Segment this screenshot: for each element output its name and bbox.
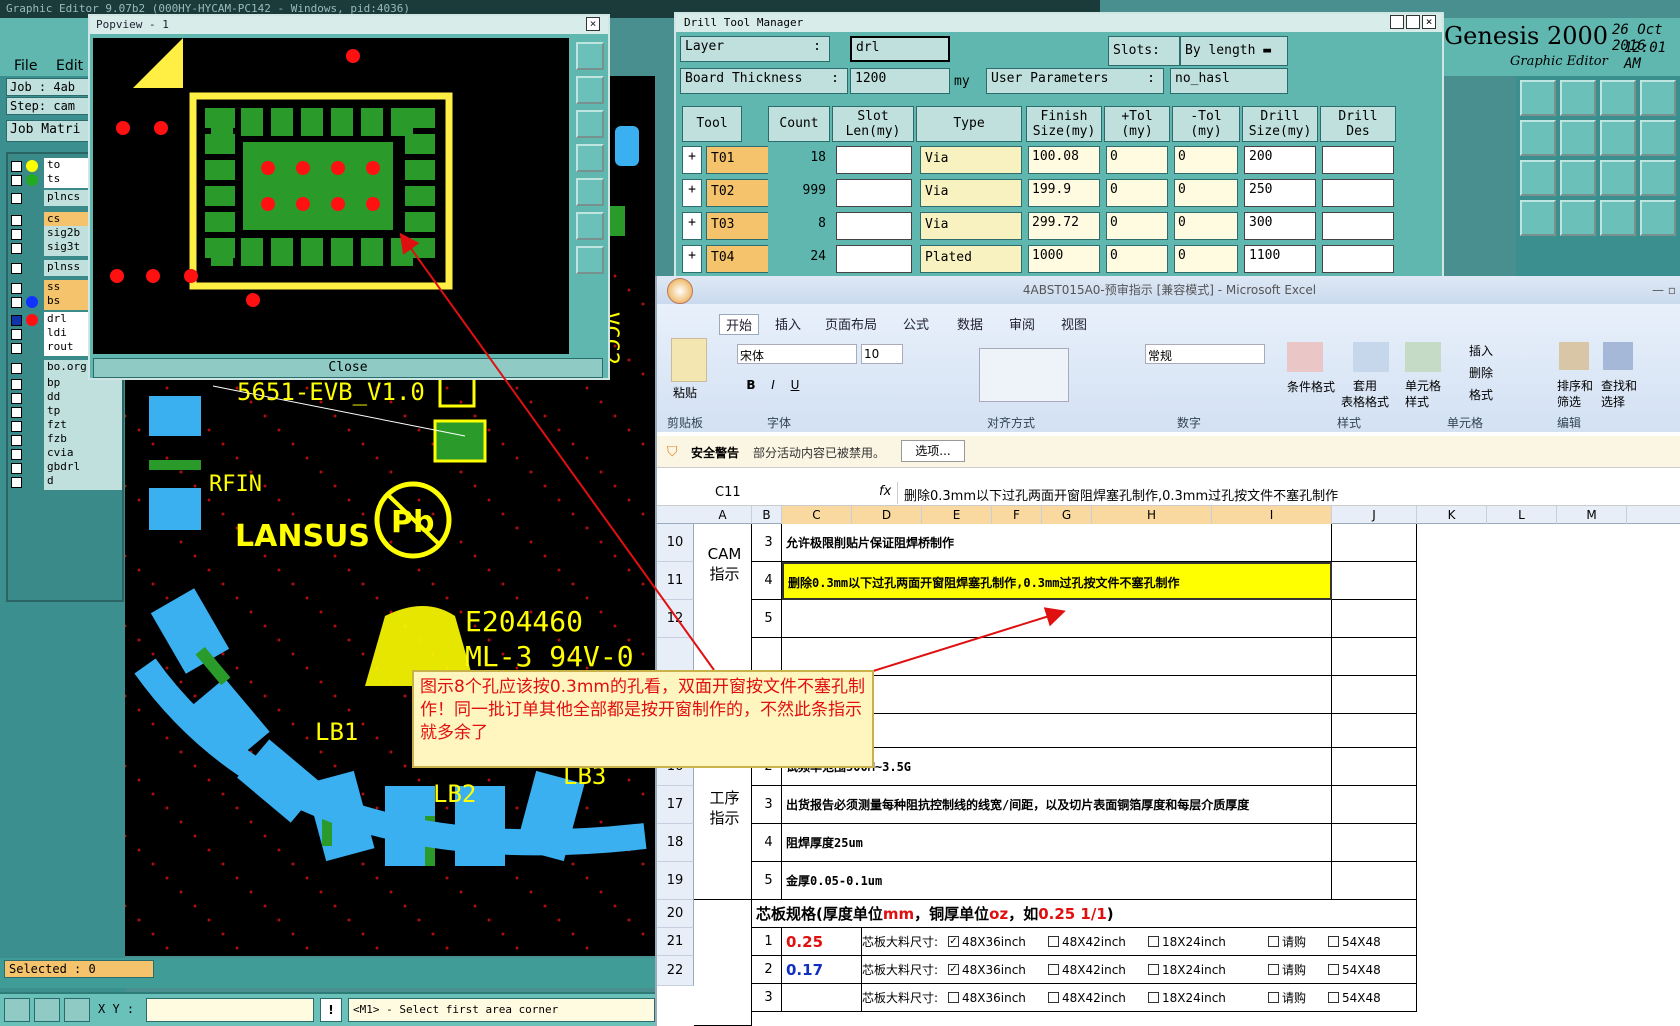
annotation-arrows bbox=[399, 232, 1066, 673]
annotation-callout: 图示8个孔应该按0.3mm的孔看，双面开窗按文件不塞孔制作！同一批订单其他全部都… bbox=[412, 670, 874, 768]
